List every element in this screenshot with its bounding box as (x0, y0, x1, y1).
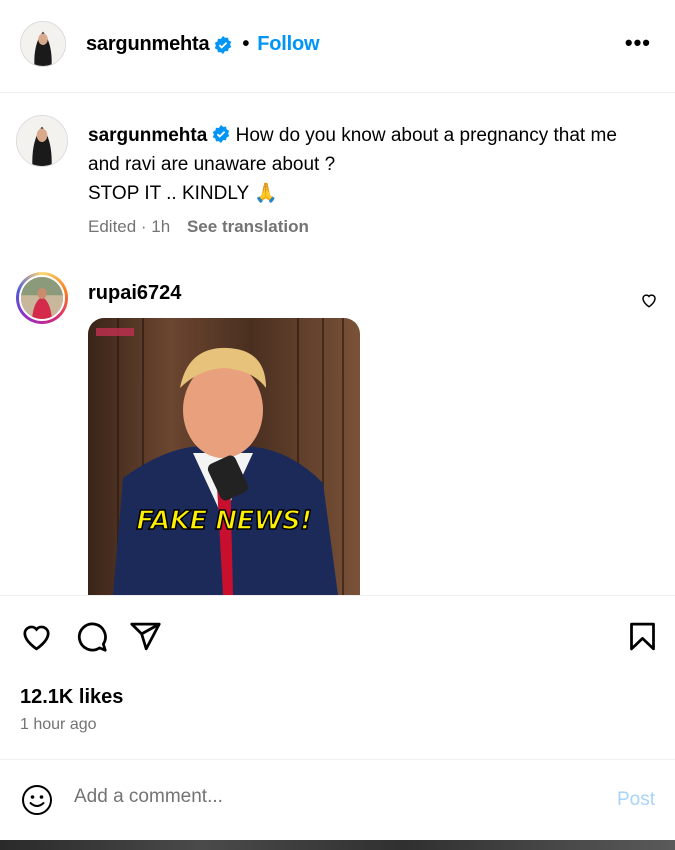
post-actions: 12.1K likes 1 hour ago (0, 595, 675, 760)
bookmark-icon[interactable] (626, 620, 659, 658)
post-timestamp[interactable]: 1 hour ago (20, 716, 97, 734)
gif-caption: FAKE NEWS! (136, 505, 313, 537)
verified-icon (212, 123, 230, 143)
comment-input[interactable] (74, 786, 594, 808)
heart-icon[interactable] (20, 620, 53, 658)
caption-body-line2: STOP IT .. KINDLY 🙏 (88, 183, 278, 204)
caption-username[interactable]: sargunmehta (88, 125, 207, 146)
follow-button[interactable]: Follow (257, 33, 319, 56)
caption-avatar[interactable] (16, 115, 68, 167)
author-username-row: sargunmehta • Follow (86, 33, 320, 56)
comment-bar: Post (0, 760, 675, 842)
caption-meta: Edited · 1h See translation (88, 217, 309, 237)
more-options-icon[interactable]: ••• (625, 30, 651, 56)
author-username[interactable]: sargunmehta (86, 33, 210, 56)
gif-image (88, 318, 360, 595)
see-translation-button[interactable]: See translation (187, 217, 309, 236)
comment-gif[interactable]: FAKE NEWS! (88, 318, 360, 595)
share-icon[interactable] (129, 620, 162, 658)
background-strip (0, 840, 675, 850)
post-button[interactable]: Post (617, 789, 655, 811)
separator-dot: • (242, 33, 250, 55)
comment-icon[interactable] (75, 620, 108, 658)
post-header: sargunmehta • Follow ••• (0, 0, 675, 93)
edited-timestamp: Edited · 1h (88, 217, 171, 236)
verified-icon (214, 35, 232, 54)
likes-count[interactable]: 12.1K likes (20, 686, 123, 709)
author-avatar[interactable] (20, 21, 66, 67)
commenter-username[interactable]: rupai6724 (88, 282, 181, 305)
small-heart-icon[interactable] (640, 291, 658, 309)
commenter-avatar[interactable] (16, 272, 68, 324)
caption-text: sargunmehta How do you know about a preg… (88, 121, 648, 208)
emoji-icon[interactable] (21, 784, 53, 816)
